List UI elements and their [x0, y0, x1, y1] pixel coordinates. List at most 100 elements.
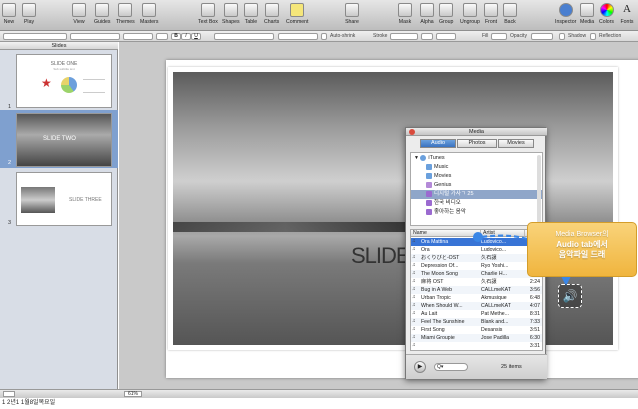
table-button[interactable]: Table [244, 3, 258, 25]
play-icon [22, 3, 36, 17]
back-icon [503, 3, 517, 17]
track-row[interactable]: ♫ Feel The Sunshine Blank and... 7:33 [411, 318, 542, 326]
size-field[interactable] [156, 33, 168, 40]
music-note-icon: ♫ [412, 270, 416, 276]
shapes-button[interactable]: Shapes [222, 3, 240, 25]
comment-button[interactable]: Comment [286, 3, 309, 25]
bold-button[interactable]: B [171, 33, 181, 40]
music-note-icon: ♫ [412, 342, 416, 348]
ungroup-button[interactable]: Ungroup [460, 3, 480, 25]
slide-thumbnail-3[interactable]: SLIDE THREE [16, 172, 112, 226]
thumb-table [83, 79, 105, 93]
info-icon [558, 3, 573, 17]
tab-movies[interactable]: Movies [498, 139, 534, 148]
colors-button[interactable]: Colors [599, 3, 614, 25]
tree-item-music[interactable]: Music [411, 163, 542, 172]
mask-button[interactable]: Mask [398, 3, 412, 25]
underline-button[interactable]: U [191, 33, 201, 40]
tree-scrollbar[interactable] [537, 155, 541, 223]
music-note-icon: ♫ [412, 262, 416, 268]
thumb-title: SLIDE THREE [69, 197, 102, 203]
fonts-button[interactable]: A Fonts [620, 3, 634, 25]
back-button[interactable]: Back [503, 3, 517, 25]
masters-button[interactable]: Masters [140, 3, 158, 25]
share-icon [345, 3, 359, 17]
track-row[interactable]: ♫ Miami Groupie Jose Padilla 6:30 [411, 334, 542, 342]
play-icon: ▶ [417, 364, 423, 370]
stroke-color-well[interactable] [436, 33, 456, 40]
music-note-icon: ♫ [412, 286, 416, 292]
track-time: 3:51 [529, 327, 540, 333]
stroke-label: Stroke [373, 33, 388, 39]
new-icon [2, 3, 16, 17]
tree-item-playlist[interactable]: 디지털 가사ㄱ 25 [411, 190, 542, 199]
tree-item-movies[interactable]: Movies [411, 172, 542, 181]
line-spacing-controls[interactable] [278, 33, 318, 40]
media-search-field[interactable]: Q▾ [434, 363, 468, 371]
stroke-width-field[interactable] [421, 33, 433, 40]
speaker-icon: 🔊 [558, 284, 582, 308]
music-note-icon: ♫ [412, 294, 416, 300]
track-time: 8:31 [529, 311, 540, 317]
share-button[interactable]: Share [345, 3, 359, 25]
tab-photos[interactable]: Photos [457, 139, 497, 148]
autoshrink-label: Auto-shrink [330, 33, 356, 39]
movies-icon [426, 172, 432, 179]
stroke-dropdown[interactable] [390, 33, 418, 40]
add-slide-button[interactable] [3, 391, 15, 397]
track-artist: Desansis [481, 327, 503, 333]
tree-item-playlist[interactable]: 한국 비디오 [411, 199, 542, 208]
slide-thumbnail-2[interactable]: SLIDE TWO [16, 113, 112, 167]
textbox-icon [200, 3, 215, 17]
play-button[interactable]: ▶ [414, 361, 426, 373]
reflection-checkbox[interactable] [590, 33, 596, 40]
fill-color-well[interactable] [491, 33, 507, 40]
track-name: Miami Groupie [421, 335, 455, 341]
opacity-slider[interactable] [531, 33, 553, 40]
shadow-checkbox[interactable] [559, 33, 565, 40]
tree-item-genius[interactable]: Genius [411, 181, 542, 190]
typeface-dropdown[interactable] [123, 33, 153, 40]
guides-button[interactable]: Guides [94, 3, 110, 25]
slide[interactable]: SLIDE TWO [166, 60, 638, 378]
charts-button[interactable]: Charts [264, 3, 279, 25]
slide-canvas: SLIDE TWO [119, 42, 638, 389]
tab-audio[interactable]: Audio [420, 139, 456, 148]
track-row[interactable]: ♫ Au Lait Pat Methe... 8:31 [411, 310, 542, 318]
track-row[interactable]: ♫ First Song Desansis 3:51 [411, 326, 542, 334]
alignment-controls[interactable] [214, 33, 274, 40]
view-button[interactable]: View [72, 3, 86, 25]
fonts-icon: A [623, 3, 631, 15]
font-dropdown[interactable] [70, 33, 120, 40]
music-note-icon: ♫ [412, 246, 416, 252]
track-row[interactable]: ♫ 3:31 [411, 342, 542, 350]
tree-item-playlist[interactable]: 좋아하는 음악 [411, 208, 542, 217]
alpha-button[interactable]: Alpha [420, 3, 434, 25]
play-button[interactable]: Play [22, 3, 36, 25]
masters-icon [142, 3, 157, 17]
status-caption: 1 2년1 1월8일목요일 [0, 398, 638, 409]
inspector-button[interactable]: Inspector [555, 3, 576, 25]
view-icon [72, 3, 86, 17]
ungroup-icon [462, 3, 477, 17]
media-title-bar: Media [406, 128, 547, 136]
music-note-icon: ♫ [412, 326, 416, 332]
media-icon [580, 3, 595, 17]
new-button[interactable]: New [2, 3, 16, 25]
front-icon [484, 3, 498, 17]
close-icon[interactable] [409, 129, 415, 135]
slide-thumbnail-1[interactable]: SLIDE ONE Sub subtitle text ★ [16, 54, 112, 108]
tree-item-itunes[interactable]: ▼ iTunes [411, 154, 542, 163]
style-dropdown[interactable] [3, 33, 67, 40]
genius-icon [426, 181, 432, 188]
italic-button[interactable]: I [181, 33, 191, 40]
comment-icon [290, 3, 305, 17]
group-icon [439, 3, 454, 17]
group-button[interactable]: Group [439, 3, 453, 25]
media-button[interactable]: Media [580, 3, 594, 25]
autoshrink-checkbox[interactable] [321, 33, 327, 40]
front-button[interactable]: Front [484, 3, 498, 25]
zoom-dropdown[interactable]: 61% [124, 391, 142, 397]
themes-button[interactable]: Themes [116, 3, 135, 25]
textbox-button[interactable]: Text Box [198, 3, 218, 25]
